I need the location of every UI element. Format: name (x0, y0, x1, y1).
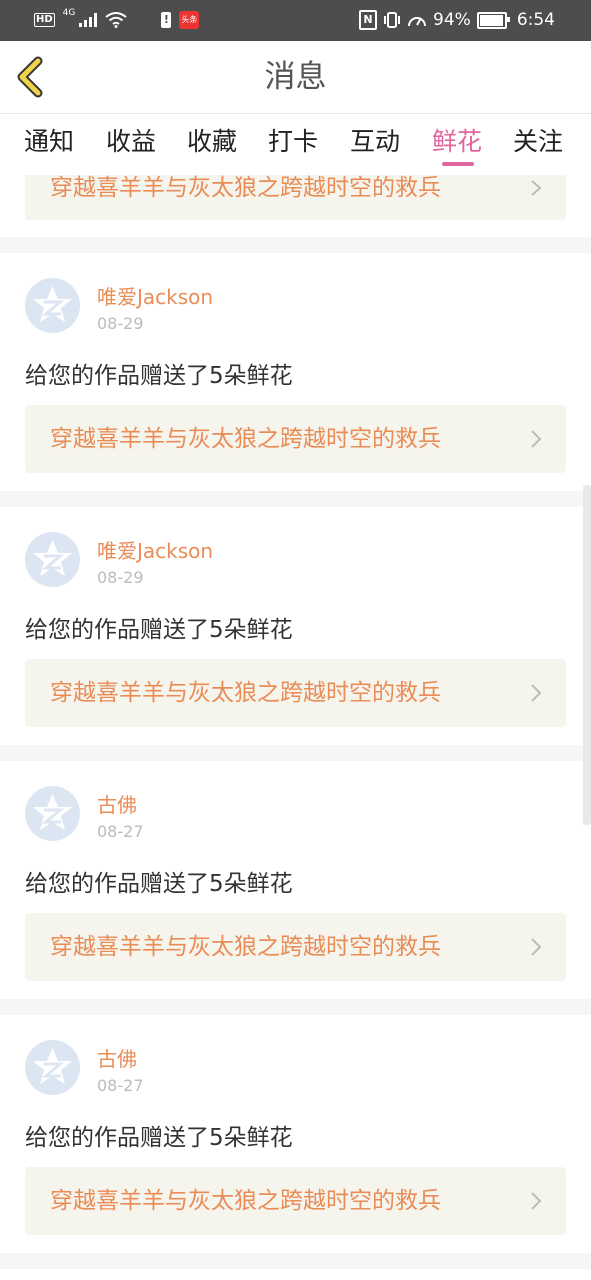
battery-percent: 94% (433, 10, 471, 30)
work-title: 穿越喜羊羊与灰太狼之跨越时空的救兵 (50, 426, 441, 452)
status-right: N 94% 6:54 (359, 8, 555, 32)
message-text: 给您的作品赠送了5朵鲜花 (25, 1125, 293, 1151)
chevron-right-icon (531, 430, 542, 448)
page-title: 消息 (264, 59, 327, 95)
default-avatar-icon (33, 286, 72, 322)
battery-icon (476, 11, 510, 29)
work-link[interactable]: 穿越喜羊羊与灰太狼之跨越时空的救兵 (25, 175, 566, 220)
default-avatar-icon (33, 1048, 72, 1084)
message-date: 08-27 (97, 1076, 144, 1095)
chevron-right-icon (531, 684, 542, 702)
speed-icon (408, 17, 427, 27)
divider (0, 745, 591, 761)
tab-checkin[interactable]: 打卡 (268, 122, 318, 162)
tab-interaction[interactable]: 互动 (350, 122, 400, 162)
nfc-icon: N (359, 10, 378, 30)
list-item: 古佛 08-27 给您的作品赠送了5朵鲜花 穿越喜羊羊与灰太狼之跨越时空的救兵 (0, 1015, 591, 1253)
tab-earnings[interactable]: 收益 (106, 122, 156, 162)
app-notification-icon: 头条 (179, 11, 200, 29)
work-link[interactable]: 穿越喜羊羊与灰太狼之跨越时空的救兵 (25, 1167, 566, 1235)
avatar[interactable] (25, 786, 80, 841)
chevron-right-icon (531, 180, 542, 196)
status-bar: HD 4G ! 头条 N 94% 6:54 (0, 0, 591, 41)
default-avatar-icon (33, 540, 72, 576)
nav-header: 消息 (0, 41, 591, 114)
tab-notification[interactable]: 通知 (24, 122, 74, 162)
wifi-icon (105, 12, 127, 28)
default-avatar-icon (33, 794, 72, 830)
divider (0, 491, 591, 507)
work-title: 穿越喜羊羊与灰太狼之跨越时空的救兵 (50, 1188, 441, 1214)
username[interactable]: 唯爱Jackson (97, 281, 213, 310)
hd-icon: HD (34, 13, 55, 27)
vibrate-icon (384, 12, 401, 28)
work-link[interactable]: 穿越喜羊羊与灰太狼之跨越时空的救兵 (25, 405, 566, 473)
work-link[interactable]: 穿越喜羊羊与灰太狼之跨越时空的救兵 (25, 913, 566, 981)
tab-follow[interactable]: 关注 (513, 122, 563, 162)
message-date: 08-29 (97, 568, 144, 587)
message-text: 给您的作品赠送了5朵鲜花 (25, 363, 293, 389)
active-tab-indicator (442, 162, 474, 166)
work-title: 穿越喜羊羊与灰太狼之跨越时空的救兵 (50, 175, 441, 201)
list-item: 古佛 08-27 给您的作品赠送了5朵鲜花 穿越喜羊羊与灰太狼之跨越时空的救兵 (0, 761, 591, 999)
divider (0, 237, 591, 253)
chevron-right-icon (531, 938, 542, 956)
username[interactable]: 古佛 (97, 789, 137, 818)
status-left: HD 4G ! 头条 (34, 8, 200, 32)
work-link[interactable]: 穿越喜羊羊与灰太狼之跨越时空的救兵 (25, 659, 566, 727)
list-item: 唯爱Jackson 08-29 给您的作品赠送了5朵鲜花 穿越喜羊羊与灰太狼之跨… (0, 507, 591, 745)
tab-bar: 通知 收益 收藏 打卡 互动 鲜花 关注 (0, 114, 591, 174)
username[interactable]: 古佛 (97, 1043, 137, 1072)
message-text: 给您的作品赠送了5朵鲜花 (25, 871, 293, 897)
message-text: 给您的作品赠送了5朵鲜花 (25, 617, 293, 643)
list-item: 唯爱Jackson 08-29 给您的作品赠送了5朵鲜花 穿越喜羊羊与灰太狼之跨… (0, 253, 591, 491)
work-title: 穿越喜羊羊与灰太狼之跨越时空的救兵 (50, 934, 441, 960)
tab-flowers[interactable]: 鲜花 (432, 122, 482, 162)
scrollbar[interactable] (583, 485, 591, 825)
network-label: 4G (62, 8, 76, 18)
message-date: 08-29 (97, 314, 144, 333)
signal-icon (79, 13, 98, 27)
clock: 6:54 (516, 10, 555, 30)
work-title: 穿越喜羊羊与灰太狼之跨越时空的救兵 (50, 680, 441, 706)
divider (0, 999, 591, 1015)
divider (0, 1253, 591, 1269)
username[interactable]: 唯爱Jackson (97, 535, 213, 564)
message-list[interactable]: 穿越喜羊羊与灰太狼之跨越时空的救兵 唯爱Jackson 08-29 给您的作品赠… (0, 175, 591, 1280)
message-date: 08-27 (97, 822, 144, 841)
avatar[interactable] (25, 1040, 80, 1095)
chevron-right-icon (531, 1192, 542, 1210)
tab-favorites[interactable]: 收藏 (187, 122, 237, 162)
avatar[interactable] (25, 532, 80, 587)
alert-icon: ! (161, 12, 172, 28)
avatar[interactable] (25, 278, 80, 333)
